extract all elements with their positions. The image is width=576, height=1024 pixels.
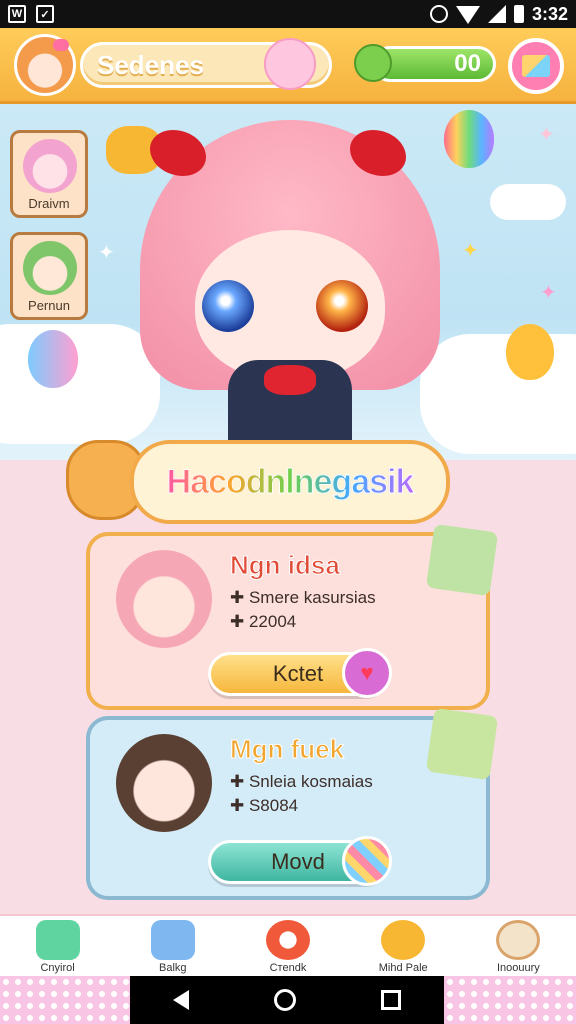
nav-label: Cnyirol xyxy=(40,962,75,974)
main-character[interactable] xyxy=(140,120,440,450)
sparkle-icon: ✦ xyxy=(98,242,115,264)
nav-item-3[interactable]: Cтendk xyxy=(230,916,345,976)
notification-w-icon: W xyxy=(8,5,26,23)
candy-ball-icon[interactable] xyxy=(342,836,392,886)
wifi-icon xyxy=(455,6,480,24)
hat-icon xyxy=(496,920,541,960)
signal-icon xyxy=(487,5,506,23)
red-bow-icon xyxy=(150,130,206,176)
sparkle-icon: ✧ xyxy=(96,346,113,368)
quest-card-2[interactable]: Mgn fuek ✚ Snleia kosmaias ✚ S8084 Movd xyxy=(86,707,499,900)
red-eye xyxy=(316,280,368,332)
nav-item-1[interactable]: Cnyirol xyxy=(0,916,115,976)
balloon-icon xyxy=(28,330,78,388)
cloud-decoration xyxy=(0,324,160,444)
top-header: Sedenes 00 xyxy=(0,28,576,104)
blue-eye xyxy=(202,280,254,332)
home-icon[interactable] xyxy=(273,989,296,1011)
smile-icon xyxy=(381,920,426,960)
mail-icon xyxy=(522,55,550,77)
side-character-card-2[interactable]: Pernun xyxy=(10,232,88,320)
character-portrait xyxy=(23,139,77,193)
sparkle-icon: ✧ xyxy=(456,336,473,358)
character-portrait xyxy=(23,241,77,295)
notification-download-icon: ✓ xyxy=(36,5,54,23)
system-navigation-bar xyxy=(130,976,444,1024)
card-title: Mgn fuek xyxy=(229,734,345,765)
card-detail: ✚ Smere kasursias xyxy=(230,588,376,607)
card-detail: ✚ Snleia kosmaias xyxy=(230,772,373,791)
star-badge-icon xyxy=(425,707,499,781)
ribbon-icon xyxy=(264,365,316,395)
heart-icon[interactable]: ♥ xyxy=(342,648,392,698)
side-card-label: Draivm xyxy=(28,196,70,211)
battery-icon xyxy=(513,5,524,23)
nav-item-5[interactable]: Inoouury xyxy=(461,916,576,976)
target-icon xyxy=(266,920,310,960)
currency-value: 00 xyxy=(454,50,481,77)
card-detail: ✚ S8084 xyxy=(230,796,299,815)
card-character-avatar xyxy=(116,734,212,832)
cloud-decoration xyxy=(490,184,566,220)
nav-label: Inoouury xyxy=(497,962,540,974)
quest-card-1[interactable]: Ngn idsa ✚ Smere kasursias ✚ 22004 Kctet… xyxy=(86,523,499,710)
card-corner-badge xyxy=(425,523,499,597)
nav-item-2[interactable]: Balkg xyxy=(115,916,230,976)
nav-label: Mihd Pale xyxy=(378,962,428,974)
banner-text: Hacodnlnegasik xyxy=(166,462,415,501)
sparkle-icon: ✦ xyxy=(540,282,557,304)
frog-icon xyxy=(354,44,392,82)
sparkle-icon: ✦ xyxy=(538,124,555,146)
nav-item-4[interactable]: Mihd Pale xyxy=(346,916,461,976)
cat-mascot-icon xyxy=(264,38,316,90)
bottom-navigation: Cnyirol Balkg Cтendk Mihd Pale Inoouury xyxy=(0,914,576,976)
mail-button[interactable] xyxy=(508,38,564,94)
sparkle-icon: ✦ xyxy=(462,240,479,262)
alarm-icon xyxy=(429,5,448,23)
side-card-label: Pernun xyxy=(28,298,70,313)
recents-icon[interactable] xyxy=(381,990,402,1010)
rainbow-balloon-icon xyxy=(444,110,494,168)
card-detail: ✚ 22004 xyxy=(230,612,297,631)
nav-label: Balkg xyxy=(159,962,187,974)
card-button-label: Movd xyxy=(271,849,325,874)
smiley-balloon-icon xyxy=(506,324,554,380)
nav-label: Cтendk xyxy=(269,962,307,974)
gem-icon xyxy=(35,920,80,960)
side-character-card-1[interactable]: Draivm xyxy=(10,130,88,218)
title-banner: Hacodnlnegasik xyxy=(130,440,450,524)
status-time: 3:32 xyxy=(531,3,568,24)
player-avatar[interactable] xyxy=(14,34,76,96)
bag-icon xyxy=(150,920,195,960)
card-character-avatar xyxy=(116,550,212,648)
player-name: Sedenes xyxy=(97,49,204,80)
back-icon[interactable] xyxy=(172,990,189,1010)
card-title: Ngn idsa xyxy=(230,550,341,581)
status-bar: W ✓ 3:32 xyxy=(0,0,576,28)
card-button-label: Kctet xyxy=(272,661,324,686)
